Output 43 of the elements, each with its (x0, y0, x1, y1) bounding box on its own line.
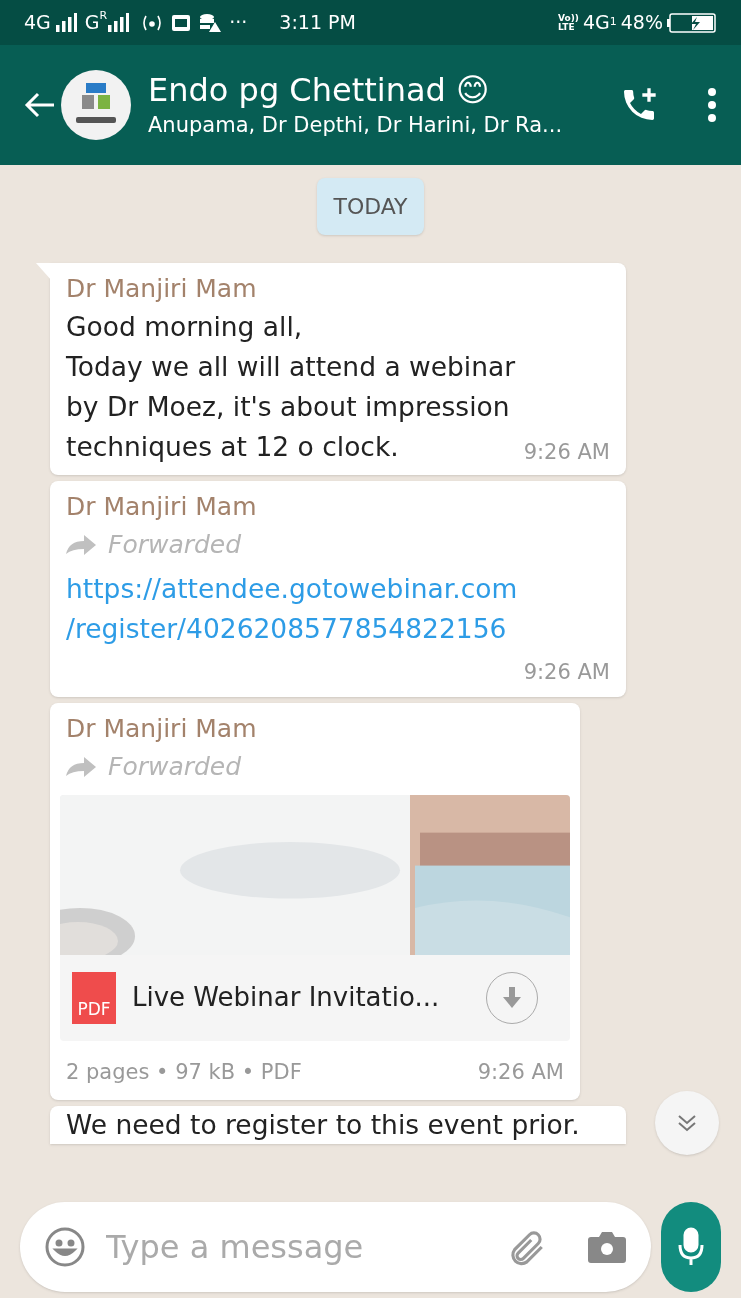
time-label: 3:11 PM (279, 10, 356, 36)
signal-icon (54, 12, 77, 33)
volte-label: Vo)) (558, 13, 579, 23)
group-title[interactable]: Endo pg Chettinad 😊 (148, 70, 619, 110)
group-avatar-icon[interactable] (60, 69, 132, 141)
file-type-label: PDF (77, 1000, 111, 1018)
document-card[interactable]: PDF Live Webinar Invitatio... (60, 794, 570, 1041)
roaming-label: R (99, 8, 108, 22)
sender-name: Dr Manjiri Mam (66, 491, 258, 523)
message-input[interactable]: Type a message (20, 1201, 651, 1292)
signal-icon (107, 12, 130, 33)
forwarded-label: Forwarded (108, 529, 242, 561)
message-text: We need to register to this event prior. (66, 1108, 581, 1142)
chevrons-down-icon (676, 1113, 698, 1133)
sender-name: Dr Manjiri Mam (66, 712, 258, 745)
file-name: Live Webinar Invitatio... (132, 981, 441, 1014)
network-label: 4G (582, 10, 610, 36)
forwarded-label: Forwarded (108, 750, 242, 783)
more-label: ··· (229, 10, 248, 36)
emoji-icon[interactable] (44, 1225, 86, 1268)
database-warning-icon (199, 12, 222, 33)
microphone-icon (677, 1226, 705, 1267)
microphone-button[interactable] (661, 1201, 721, 1292)
battery-label: 48% (620, 10, 663, 36)
message-time: 9:26 AM (523, 439, 610, 466)
group-members[interactable]: Anupama, Dr Depthi, Dr Harini, Dr Ra... (148, 110, 619, 140)
forward-icon (66, 756, 96, 777)
message-time: 9:26 AM (477, 1058, 564, 1086)
sender-name: Dr Manjiri Mam (66, 273, 258, 305)
message-text: Good morning all, Today we all will attend a webinar by Dr Moez, it's about impression techniques at 12 o clock. (66, 310, 517, 464)
battery-icon (667, 12, 717, 33)
message-field[interactable]: Type a message (106, 1222, 505, 1271)
file-meta: 2 pages • 97 kB • PDF (66, 1058, 302, 1086)
network-label: 4G (24, 10, 51, 36)
sim-label: 1 (609, 14, 617, 31)
lte-label: LTE (558, 22, 576, 32)
date-chip: TODAY (317, 178, 424, 235)
download-icon (503, 986, 521, 1009)
menu-icon[interactable] (707, 87, 717, 123)
message-time: 9:26 AM (523, 659, 610, 686)
back-icon[interactable] (24, 91, 56, 119)
forward-icon (66, 535, 96, 555)
network-label: G (84, 10, 100, 36)
